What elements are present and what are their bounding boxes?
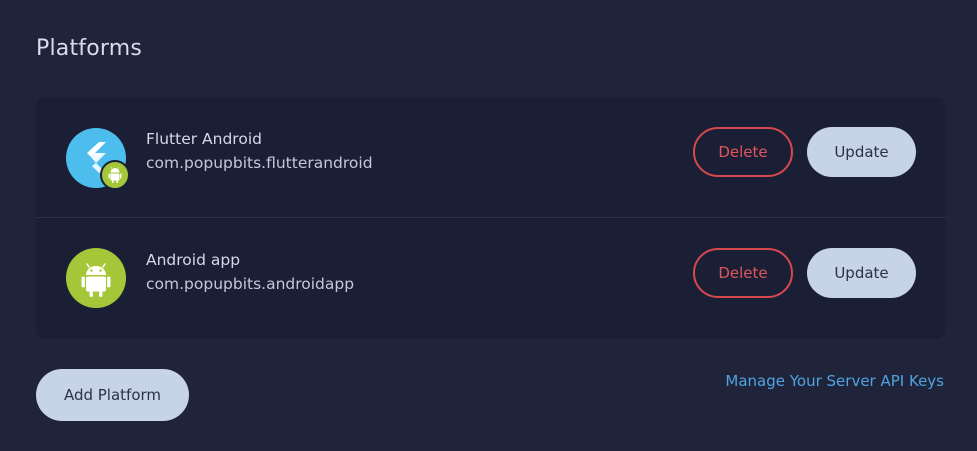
platform-name: Android app — [146, 251, 241, 269]
platform-name: Flutter Android — [146, 130, 262, 148]
delete-button[interactable]: Delete — [693, 127, 793, 177]
flutter-icon — [66, 128, 130, 190]
add-platform-button[interactable]: Add Platform — [36, 369, 189, 421]
platform-package-id: com.popupbits.flutterandroid — [146, 154, 373, 172]
update-button[interactable]: Update — [807, 127, 916, 177]
platform-list: Flutter Android com.popupbits.flutterand… — [36, 97, 946, 339]
platform-row-flutter-android: Flutter Android com.popupbits.flutterand… — [36, 97, 946, 218]
platform-row-android-app: Android app com.popupbits.androidapp Del… — [36, 218, 946, 339]
android-icon — [66, 248, 126, 308]
delete-button[interactable]: Delete — [693, 248, 793, 298]
update-button[interactable]: Update — [807, 248, 916, 298]
android-badge-icon — [100, 160, 130, 190]
platform-package-id: com.popupbits.androidapp — [146, 275, 355, 293]
page-title: Platforms — [36, 36, 143, 61]
platform-info: Flutter Android com.popupbits.flutterand… — [146, 129, 373, 173]
manage-server-api-keys-link[interactable]: Manage Your Server API Keys — [725, 372, 944, 390]
platform-info: Android app com.popupbits.androidapp — [146, 250, 354, 294]
